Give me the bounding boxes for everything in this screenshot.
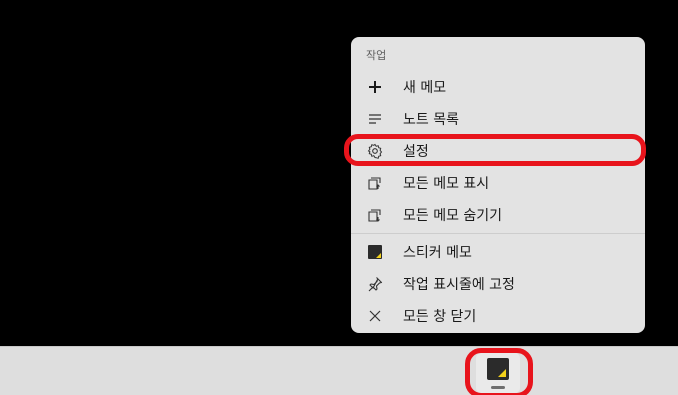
menu-item-hide-all-notes[interactable]: 모든 메모 숨기기 bbox=[355, 200, 641, 230]
menu-header: 작업 bbox=[366, 49, 387, 62]
menu-separator bbox=[351, 233, 645, 234]
menu-item-label: 모든 메모 표시 bbox=[403, 176, 490, 192]
hide-all-notes-icon bbox=[367, 207, 383, 223]
list-icon bbox=[367, 111, 383, 127]
menu-item-close-all-windows[interactable]: 모든 창 닫기 bbox=[355, 301, 641, 331]
menu-item-label: 새 메모 bbox=[403, 80, 447, 96]
taskbar-highlight-ring bbox=[465, 348, 533, 395]
desktop: 작업 새 메모 노트 목록 설정 모든 메모 표시 모든 메모 숨기기 스티커 … bbox=[0, 0, 678, 395]
menu-item-label: 작업 표시줄에 고정 bbox=[403, 277, 515, 293]
pin-icon bbox=[367, 276, 383, 292]
menu-item-label: 모든 메모 숨기기 bbox=[403, 208, 503, 224]
show-all-notes-icon bbox=[367, 175, 383, 191]
taskbar bbox=[0, 346, 678, 395]
menu-item-pin-to-taskbar[interactable]: 작업 표시줄에 고정 bbox=[355, 269, 641, 299]
close-icon bbox=[367, 308, 383, 324]
menu-item-new-note[interactable]: 새 메모 bbox=[355, 72, 641, 102]
menu-item-show-all-notes[interactable]: 모든 메모 표시 bbox=[355, 168, 641, 198]
settings-highlight-ring bbox=[344, 134, 646, 166]
jump-list-menu: 작업 새 메모 노트 목록 설정 모든 메모 표시 모든 메모 숨기기 스티커 … bbox=[351, 37, 645, 333]
menu-item-label: 스티커 메모 bbox=[403, 245, 472, 261]
sticky-notes-app-icon bbox=[367, 244, 383, 260]
menu-item-label: 노트 목록 bbox=[403, 112, 459, 128]
menu-item-sticky-notes-app[interactable]: 스티커 메모 bbox=[355, 237, 641, 267]
menu-item-notes-list[interactable]: 노트 목록 bbox=[355, 104, 641, 134]
plus-icon bbox=[367, 79, 383, 95]
menu-item-label: 모든 창 닫기 bbox=[403, 309, 477, 325]
